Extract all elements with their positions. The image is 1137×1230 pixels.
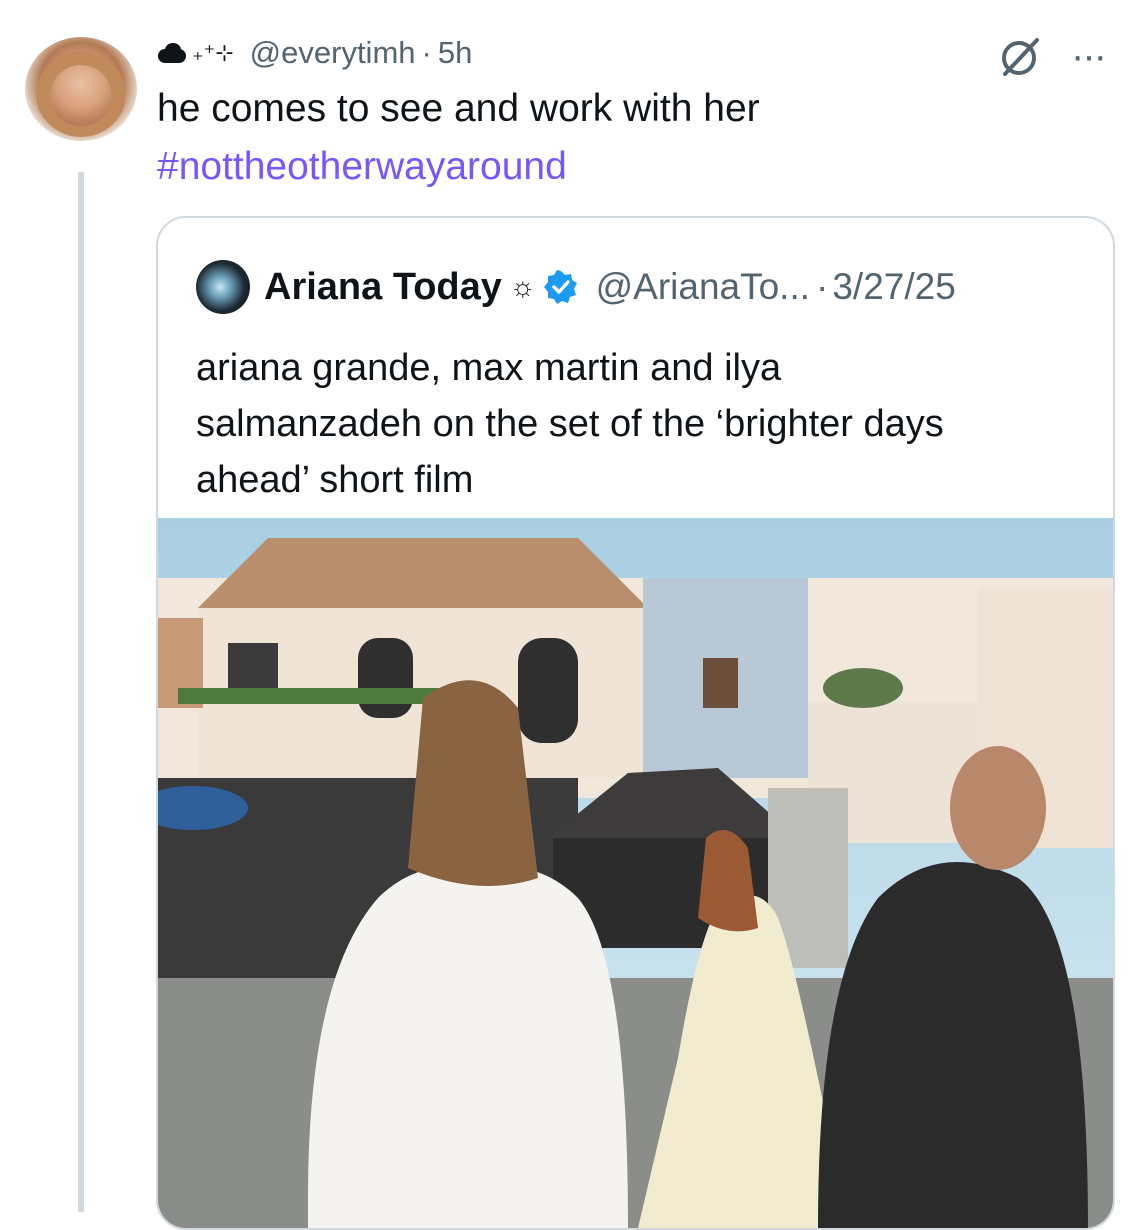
quoted-display-name[interactable]: Ariana Today bbox=[264, 266, 502, 309]
quoted-text-line: ariana grande, max martin and ilya bbox=[196, 347, 782, 389]
quoted-photo[interactable] bbox=[158, 518, 1113, 1228]
quoted-separator: · bbox=[816, 266, 829, 307]
hashtag-link[interactable]: #nottheotherwayaround bbox=[157, 144, 567, 190]
post-text: he comes to see and work with her bbox=[157, 87, 760, 130]
more-icon[interactable]: ··· bbox=[1071, 36, 1107, 76]
separator-dot: · bbox=[421, 35, 432, 70]
quoted-header: Ariana Today ☼ @ArianaTo... · 3/27/25 bbox=[196, 260, 956, 314]
thread-line bbox=[78, 172, 84, 1212]
display-name-icons[interactable]: ₊⁺⊹ bbox=[156, 40, 234, 66]
quoted-date[interactable]: 3/27/25 bbox=[832, 266, 955, 308]
quoted-text-line: ahead’ short film bbox=[196, 459, 474, 501]
author-handle[interactable]: @everytimh bbox=[250, 35, 416, 71]
avatar-hair bbox=[35, 45, 127, 137]
post-header: ₊⁺⊹ @everytimh · 5h bbox=[156, 33, 472, 73]
quoted-post[interactable]: Ariana Today ☼ @ArianaTo... · 3/27/25 ar… bbox=[156, 216, 1115, 1230]
post-time[interactable]: 5h bbox=[438, 35, 472, 71]
post-actions-top: ··· bbox=[997, 32, 1107, 80]
author-avatar[interactable] bbox=[25, 37, 137, 141]
verified-badge-icon bbox=[543, 270, 577, 304]
quoted-text-line: salmanzadeh on the set of the ‘brighter … bbox=[196, 403, 944, 445]
sparkle-icon: ₊⁺⊹ bbox=[192, 40, 234, 65]
quoted-avatar[interactable] bbox=[196, 260, 250, 314]
quoted-handle[interactable]: @ArianaTo... bbox=[596, 266, 810, 308]
sun-symbol-icon: ☼ bbox=[509, 271, 536, 302]
grok-icon[interactable] bbox=[997, 32, 1045, 80]
cloud-icon bbox=[156, 41, 190, 65]
